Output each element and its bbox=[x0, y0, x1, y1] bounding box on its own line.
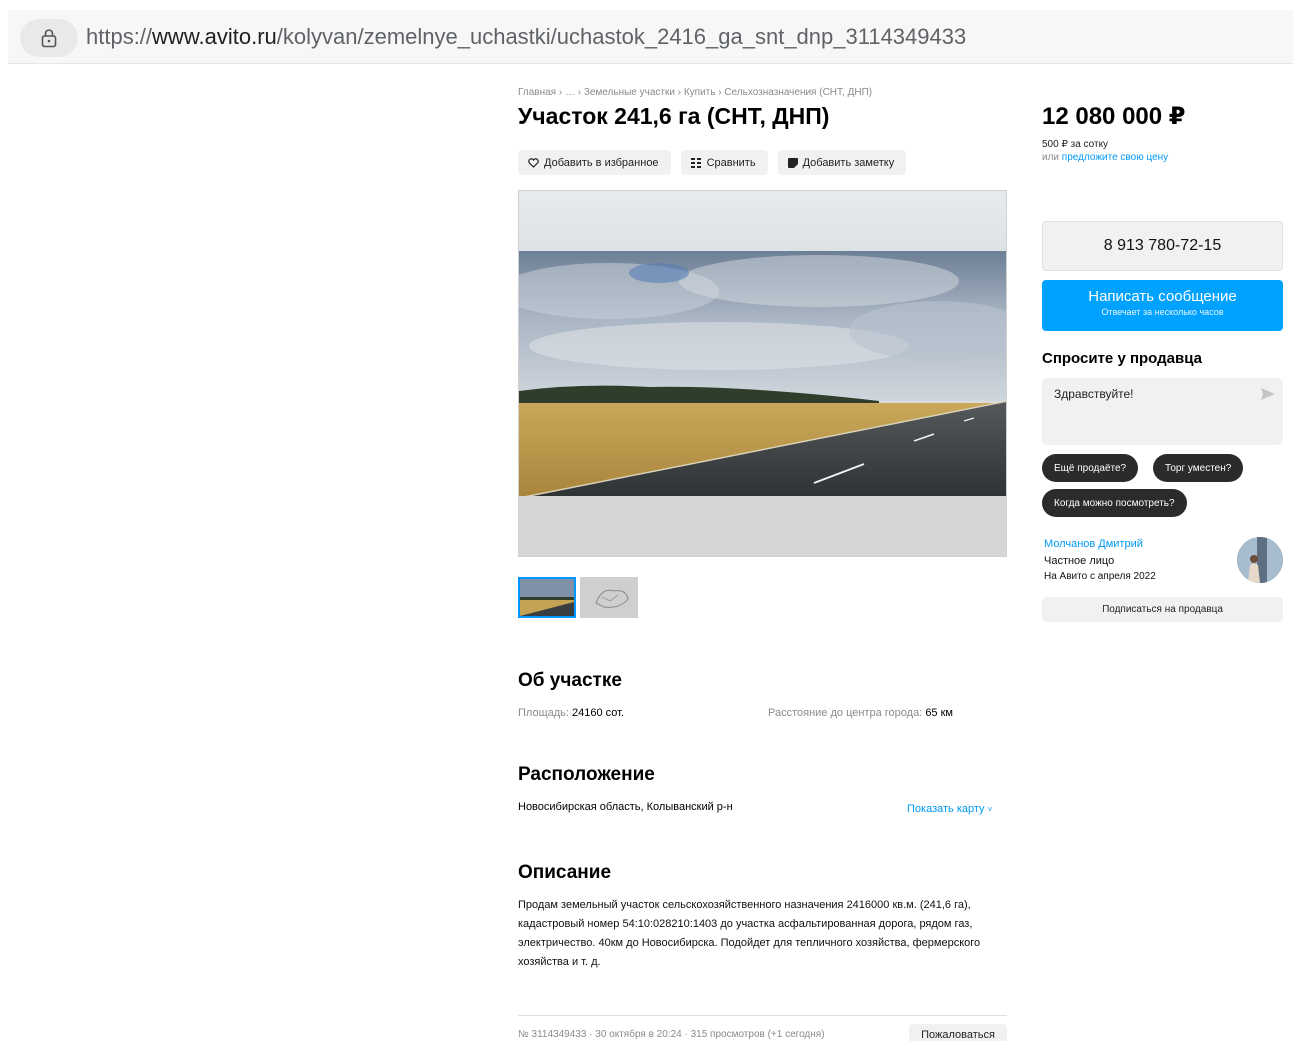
price-per-unit: 500 ₽ за сотку bbox=[1042, 139, 1109, 150]
quick-question-chip[interactable]: Ещё продаёте? bbox=[1042, 454, 1139, 482]
avatar[interactable] bbox=[1237, 537, 1283, 583]
response-time-label: Отвечает за несколько часов bbox=[1101, 307, 1224, 317]
compare-label: Сравнить bbox=[706, 156, 756, 169]
ask-seller-input[interactable] bbox=[1054, 387, 1254, 401]
photo-letterbox-bottom bbox=[519, 496, 1006, 556]
add-note-label: Добавить заметку bbox=[802, 156, 895, 169]
site-info-button[interactable] bbox=[20, 19, 78, 57]
distance-param: Расстояние до центра города: 65 км bbox=[768, 707, 953, 719]
show-phone-button[interactable]: 8 913 780-72-15 bbox=[1042, 221, 1283, 271]
show-map-label: Показать карту bbox=[907, 803, 985, 815]
add-to-favorites-button[interactable]: Добавить в избранное bbox=[518, 150, 671, 175]
distance-value: 65 км bbox=[925, 707, 953, 719]
photo-letterbox-top bbox=[519, 191, 1006, 251]
offer-price-link[interactable]: предложите свою цену bbox=[1062, 152, 1168, 163]
divider bbox=[518, 1015, 1007, 1016]
report-button[interactable]: Пожаловаться bbox=[909, 1024, 1007, 1041]
url-text[interactable]: https://www.avito.ru/kolyvan/zemelnye_uc… bbox=[86, 24, 966, 50]
offer-price-line: или предложите свою цену bbox=[1042, 152, 1168, 163]
chevron-down-icon: ˅ bbox=[987, 805, 993, 814]
main-photo[interactable] bbox=[518, 190, 1007, 557]
lock-icon bbox=[41, 29, 57, 48]
listing-actions: Добавить в избранное Сравнить Добавить з… bbox=[518, 150, 907, 175]
location-heading: Расположение bbox=[518, 764, 655, 785]
breadcrumb[interactable]: Главная › … › Земельные участки › Купить… bbox=[518, 87, 872, 98]
area-value: 24160 сот. bbox=[572, 707, 625, 719]
price: 12 080 000 ₽ bbox=[1042, 103, 1186, 130]
thumbnail-1[interactable] bbox=[518, 577, 576, 618]
ask-seller-box bbox=[1042, 378, 1283, 445]
thumbnail-2[interactable] bbox=[580, 577, 638, 618]
add-note-button[interactable]: Добавить заметку bbox=[777, 150, 907, 175]
write-message-label: Написать сообщение bbox=[1088, 288, 1237, 305]
area-param: Площадь: 24160 сот. bbox=[518, 707, 624, 719]
compare-icon bbox=[690, 157, 702, 168]
url-host: www.avito.ru bbox=[152, 24, 277, 49]
url-scheme: https:// bbox=[86, 24, 153, 49]
listing-meta: № 3114349433 · 30 октября в 20:24 · 315 … bbox=[518, 1029, 825, 1040]
field-road-photo bbox=[519, 251, 1006, 498]
send-icon[interactable] bbox=[1261, 387, 1275, 405]
seller-type: Частное лицо bbox=[1044, 555, 1115, 567]
heart-icon bbox=[528, 157, 539, 168]
note-icon bbox=[787, 157, 798, 168]
photo-thumbnails bbox=[518, 577, 638, 618]
address-text: Новосибирская область, Колыванский р-н bbox=[518, 801, 733, 813]
page-title: Участок 241,6 га (СНТ, ДНП) bbox=[518, 103, 830, 129]
about-heading: Об участке bbox=[518, 670, 622, 691]
subscribe-seller-button[interactable]: Подписаться на продавца bbox=[1042, 597, 1283, 622]
show-map-link[interactable]: Показать карту ˅ bbox=[907, 803, 992, 815]
quick-question-chip[interactable]: Торг уместен? bbox=[1153, 454, 1244, 482]
seller-since: На Авито с апреля 2022 bbox=[1044, 571, 1156, 582]
quick-question-chip[interactable]: Когда можно посмотреть? bbox=[1042, 489, 1187, 517]
description-text: Продам земельный участок сельскохозяйств… bbox=[518, 899, 981, 968]
add-to-favorites-label: Добавить в избранное bbox=[544, 156, 659, 169]
seller-name-link[interactable]: Молчанов Дмитрий bbox=[1044, 538, 1143, 550]
write-message-button[interactable]: Написать сообщение Отвечает за несколько… bbox=[1042, 280, 1283, 331]
offer-prefix: или bbox=[1042, 152, 1062, 163]
compare-button[interactable]: Сравнить bbox=[680, 150, 768, 175]
area-label: Площадь: bbox=[518, 707, 569, 719]
description-heading: Описание bbox=[518, 862, 612, 883]
ask-seller-heading: Спросите у продавца bbox=[1042, 350, 1202, 367]
url-path: /kolyvan/zemelnye_uchastki/uchastok_2416… bbox=[276, 24, 967, 49]
distance-label: Расстояние до центра города: bbox=[768, 707, 923, 719]
browser-address-bar[interactable]: https://www.avito.ru/kolyvan/zemelnye_uc… bbox=[8, 10, 1293, 64]
